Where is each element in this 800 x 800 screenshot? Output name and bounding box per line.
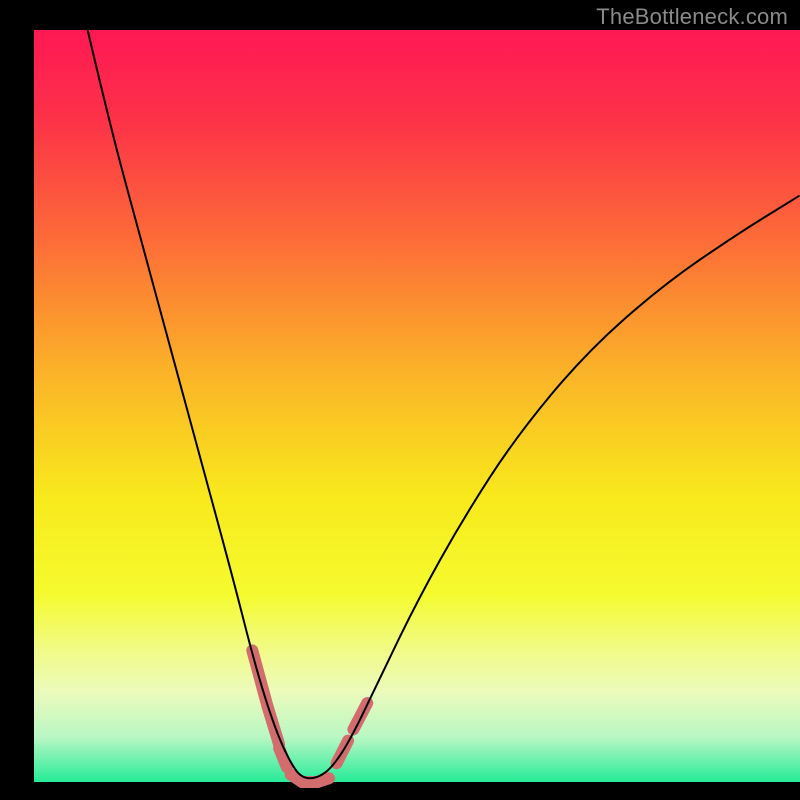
chart-frame: { "watermark": "TheBottleneck.com", "cha… [0, 0, 800, 800]
plot-background [34, 30, 800, 782]
highlight-segment [317, 778, 328, 782]
watermark-text: TheBottleneck.com [596, 4, 788, 30]
bottleneck-chart [0, 0, 800, 800]
